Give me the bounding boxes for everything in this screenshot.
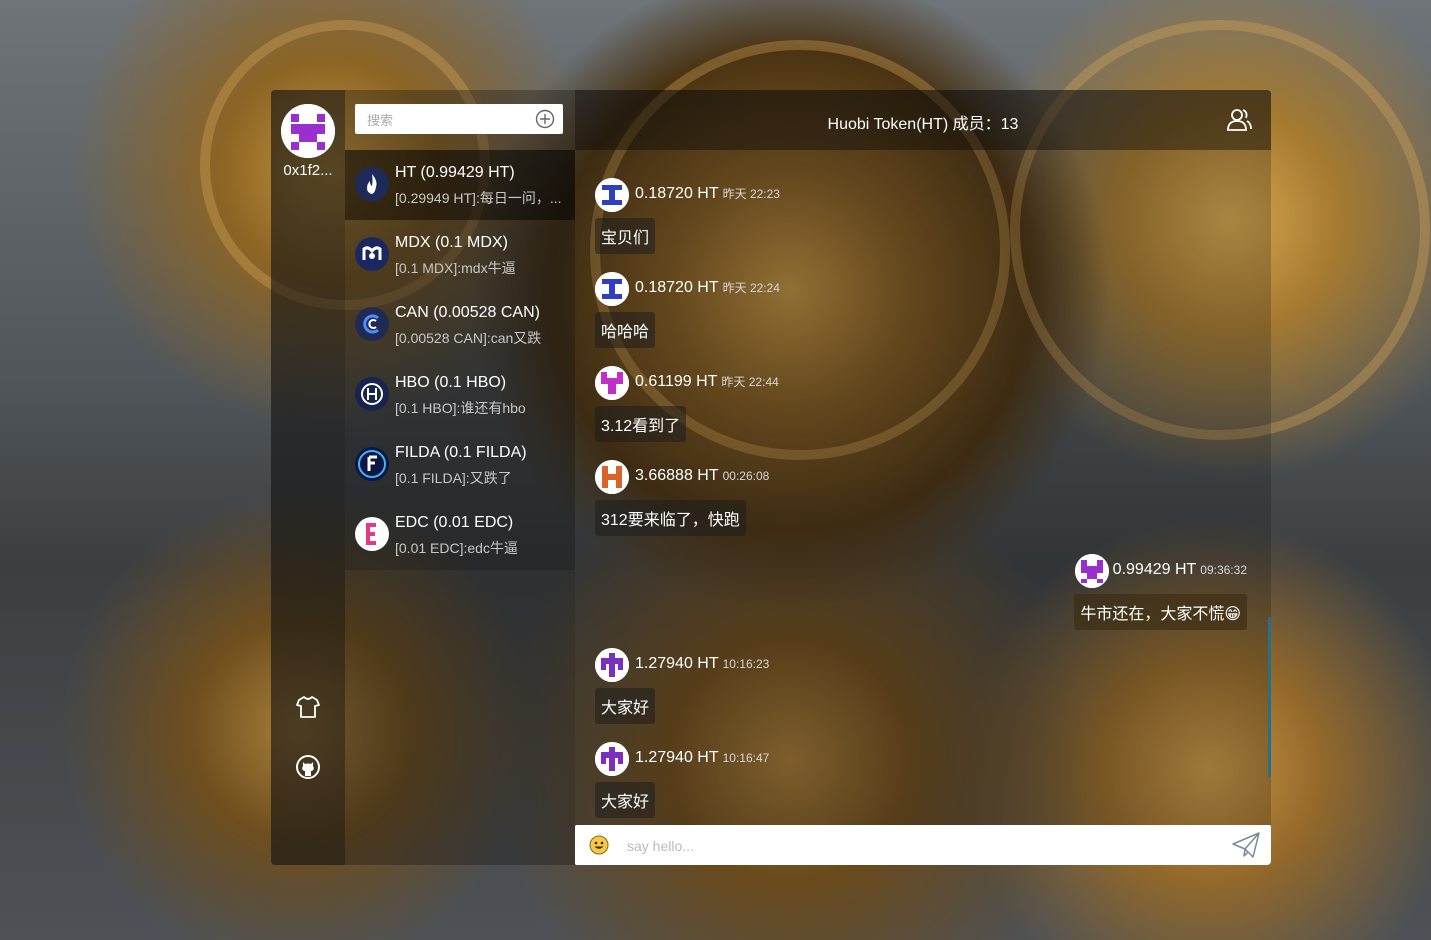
github-icon[interactable] xyxy=(295,754,321,780)
chat-app: 0x1f2... 搜索 HT (0.99429 HT) [0.29949 HT]… xyxy=(271,90,1271,865)
contact-item-ht[interactable]: HT (0.99429 HT) [0.29949 HT]:每日一问，... xyxy=(345,150,575,220)
search-box xyxy=(355,104,563,134)
contact-title: HBO (0.1 HBO) xyxy=(395,374,507,391)
my-avatar[interactable] xyxy=(281,104,335,158)
contact-item-filda[interactable]: FILDA (0.1 FILDA) [0.1 FILDA]:又跌了 xyxy=(345,430,575,500)
contact-list: HT (0.99429 HT) [0.29949 HT]:每日一问，... MD… xyxy=(345,150,575,570)
message-list[interactable]: 0.18720 HT 昨天 22:23 宝贝们 0.18720 HT 昨天 22:2… xyxy=(575,150,1271,825)
contact-item-mdx[interactable]: MDX (0.1 MDX) [0.1 MDX]:mdx牛逼 xyxy=(345,220,575,290)
left-nav-bar: 0x1f2... xyxy=(271,90,345,865)
message-meta: 0.18720 HT 昨天 22:24 xyxy=(635,279,780,297)
message-input-bar xyxy=(575,825,1271,865)
message-time: 00:26:08 xyxy=(722,469,770,483)
edc-logo-icon xyxy=(355,517,389,551)
message-meta: 0.18720 HT 昨天 22:23 xyxy=(635,185,780,203)
message-amount: 0.99429 HT xyxy=(1112,561,1197,578)
message-meta: 0.99429 HT 09:36:32 xyxy=(1113,561,1247,579)
mdex-logo-icon xyxy=(355,237,389,271)
contact-last-message: [0.00528 CAN]:can又跌 xyxy=(395,330,542,346)
contact-last-message: [0.1 FILDA]:又跌了 xyxy=(395,470,512,486)
sender-avatar[interactable] xyxy=(595,366,629,400)
filda-logo-icon xyxy=(355,447,389,481)
message-amount: 1.27940 HT xyxy=(635,749,719,766)
message-meta: 1.27940 HT 10:16:23 xyxy=(635,655,769,673)
contact-last-message: [0.01 EDC]:edc牛逼 xyxy=(395,540,518,556)
message-meta: 0.61199 HT 昨天 22:44 xyxy=(635,373,779,391)
add-circle-icon[interactable] xyxy=(535,109,555,129)
message-time: 昨天 22:23 xyxy=(722,187,780,201)
contact-last-message: [0.29949 HT]:每日一问，... xyxy=(395,190,562,206)
contact-item-edc[interactable]: EDC (0.01 EDC) [0.01 EDC]:edc牛逼 xyxy=(345,500,575,570)
hbo-logo-icon xyxy=(355,377,389,411)
message-time: 10:16:23 xyxy=(722,657,770,671)
message-time: 昨天 22:24 xyxy=(722,281,780,295)
tshirt-icon[interactable] xyxy=(295,694,321,720)
message-amount: 1.27940 HT xyxy=(635,655,719,672)
contact-title: EDC (0.01 EDC) xyxy=(395,514,514,531)
contact-panel: HT (0.99429 HT) [0.29949 HT]:每日一问，... MD… xyxy=(345,90,575,865)
contact-last-message: [0.1 MDX]:mdx牛逼 xyxy=(395,260,516,276)
message-time: 10:16:47 xyxy=(722,751,770,765)
sender-avatar[interactable] xyxy=(595,460,629,494)
huobi-flame-icon xyxy=(355,167,389,201)
channels-logo-icon xyxy=(355,307,389,341)
message-input[interactable] xyxy=(625,835,1189,857)
contact-title: FILDA (0.1 FILDA) xyxy=(395,444,527,461)
message-time: 09:36:32 xyxy=(1200,563,1247,577)
message-amount: 0.18720 HT xyxy=(635,279,719,296)
message-amount: 0.18720 HT xyxy=(635,185,719,202)
contact-item-can[interactable]: CAN (0.00528 CAN) [0.00528 CAN]:can又跌 xyxy=(345,290,575,360)
my-message-avatar[interactable] xyxy=(1075,554,1109,588)
message-bubble: 3.12看到了 xyxy=(595,406,687,442)
message-bubble: 大家好 xyxy=(595,782,656,818)
sender-avatar[interactable] xyxy=(595,272,629,306)
contact-title: CAN (0.00528 CAN) xyxy=(395,304,540,321)
message-time: 昨天 22:44 xyxy=(721,375,779,389)
message-bubble: 宝贝们 xyxy=(595,218,656,254)
sender-avatar[interactable] xyxy=(595,178,629,212)
sender-avatar[interactable] xyxy=(595,742,629,776)
scrollbar-thumb[interactable] xyxy=(1268,617,1271,777)
contact-last-message: [0.1 HBO]:谁还有hbo xyxy=(395,400,526,416)
my-address: 0x1f2... xyxy=(283,162,333,179)
contact-title: MDX (0.1 MDX) xyxy=(395,234,508,251)
chat-header: Huobi Token(HT) 成员：13 xyxy=(575,90,1271,150)
message-bubble: 哈哈哈 xyxy=(595,312,656,348)
chat-title: Huobi Token(HT) 成员：13 xyxy=(827,116,1019,133)
contact-title: HT (0.99429 HT) xyxy=(395,164,515,181)
message-amount: 0.61199 HT xyxy=(635,373,718,390)
message-bubble: 牛市还在，大家不慌😁 xyxy=(1074,594,1247,630)
members-icon[interactable] xyxy=(1225,106,1253,134)
chat-window: Huobi Token(HT) 成员：13 0.18720 HT 昨天 22:23… xyxy=(575,90,1271,865)
emoji-icon[interactable] xyxy=(589,835,609,855)
message-meta: 3.66888 HT 00:26:08 xyxy=(635,467,769,485)
search-input[interactable] xyxy=(365,110,529,130)
paper-plane-icon[interactable] xyxy=(1231,831,1261,859)
message-amount: 3.66888 HT xyxy=(635,467,719,484)
message-bubble: 大家好 xyxy=(595,688,656,724)
contact-item-hbo[interactable]: HBO (0.1 HBO) [0.1 HBO]:谁还有hbo xyxy=(345,360,575,430)
sender-avatar[interactable] xyxy=(595,648,629,682)
message-bubble: 312要来临了，快跑 xyxy=(595,500,746,536)
message-meta: 1.27940 HT 10:16:47 xyxy=(635,749,769,767)
